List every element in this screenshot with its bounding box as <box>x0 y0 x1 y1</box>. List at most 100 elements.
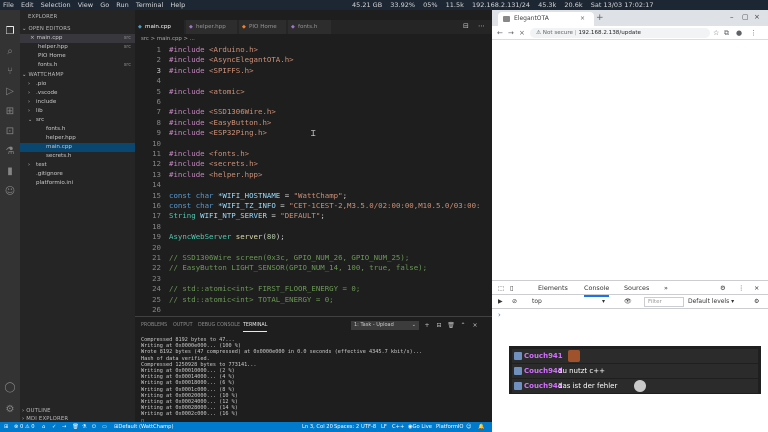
menu-selection[interactable]: Selection <box>41 1 71 9</box>
menu-view[interactable]: View <box>78 1 93 9</box>
terminal-task-select[interactable]: 1: Task - Upload ⌄ <box>351 321 419 330</box>
open-editor-item[interactable]: PIO Home <box>20 52 135 61</box>
files-icon[interactable]: ❐ <box>4 26 16 38</box>
home-icon[interactable]: ⌂ <box>42 422 45 432</box>
code-line[interactable]: #include <Arduino.h> <box>169 45 258 55</box>
build-icon[interactable]: ✓ <box>52 422 56 432</box>
kill-terminal-icon[interactable]: 🗑 <box>447 321 455 330</box>
stop-loading-icon[interactable]: × <box>519 27 525 39</box>
menu-help[interactable]: Help <box>170 1 185 9</box>
code-line[interactable]: #include <AsyncElegantOTA.h> <box>169 55 294 65</box>
context-select[interactable]: top ▾ <box>532 295 612 309</box>
console-settings-icon[interactable]: ⚙ <box>754 295 759 309</box>
bookmark-star-icon[interactable]: ☆ <box>713 27 719 39</box>
encoding[interactable]: UTF-8 <box>361 422 376 432</box>
devtools-menu-icon[interactable]: ⋮ <box>738 281 744 295</box>
search-icon[interactable]: ⌕ <box>4 46 16 58</box>
open-editor-item[interactable]: × main.cpp src <box>20 34 135 43</box>
devtools-settings-icon[interactable]: ⚙ <box>720 281 726 295</box>
menu-file[interactable]: File <box>3 1 14 9</box>
remote-indicator-icon[interactable]: ⊞ <box>4 422 8 432</box>
upload-icon[interactable]: → <box>62 422 66 432</box>
close-window-icon[interactable]: × <box>754 13 760 22</box>
close-devtools-icon[interactable]: × <box>754 281 759 295</box>
tree-file[interactable]: fonts.h <box>20 125 135 134</box>
new-tab-icon[interactable]: + <box>596 12 604 24</box>
clear-console-icon[interactable]: ⊘ <box>512 295 517 309</box>
extensions-icon[interactable]: ⊞ <box>4 106 16 118</box>
platformio-icon[interactable]: ☺ <box>4 186 16 198</box>
more-actions-icon[interactable]: ⋯ <box>478 22 485 30</box>
tree-folder-open[interactable]: ⌄ src <box>20 116 135 125</box>
breadcrumb[interactable]: src > main.cpp > ... <box>135 34 492 44</box>
minimize-icon[interactable]: – <box>730 13 734 22</box>
code-line[interactable]: const char *WIFI_TZ_INFO = "CET-1CEST-2,… <box>169 201 481 211</box>
forward-icon[interactable]: → <box>508 27 514 39</box>
menu-edit[interactable]: Edit <box>21 1 34 9</box>
tree-folder[interactable]: › lib <box>20 107 135 116</box>
tree-file[interactable]: helper.hpp <box>20 134 135 143</box>
tree-folder[interactable]: › include <box>20 98 135 107</box>
tab-problems[interactable]: PROBLEMS <box>141 321 167 331</box>
split-editor-icon[interactable]: ⊟ <box>463 22 469 30</box>
code-line[interactable]: #include <SSD1306Wire.h> <box>169 107 276 117</box>
browser-menu-icon[interactable]: ⋮ <box>750 27 757 39</box>
account-icon[interactable]: ◯ <box>4 382 16 394</box>
tab-fonts-h[interactable]: ◆ fonts.h <box>288 20 332 34</box>
profile-avatar-icon[interactable]: ● <box>736 27 742 39</box>
code-line[interactable]: #include <atomic> <box>169 87 245 97</box>
live-expression-icon[interactable]: 👁 <box>624 295 632 309</box>
remote-icon[interactable]: ⊡ <box>4 126 16 138</box>
menu-run[interactable]: Run <box>116 1 128 9</box>
tab-debug-console[interactable]: DEBUG CONSOLE <box>198 321 240 331</box>
source-control-icon[interactable]: ⑂ <box>4 66 16 78</box>
log-levels-select[interactable]: Default levels ▾ <box>688 295 734 309</box>
code-line[interactable]: #include <secrets.h> <box>169 159 258 169</box>
code-line[interactable]: #include <SPIFFS.h> <box>169 66 254 76</box>
tab-helper-hpp[interactable]: ◆ helper.hpp <box>186 20 238 34</box>
code-line[interactable]: // std::atomic<int> TOTAL_ENERGY = 0; <box>169 295 334 305</box>
code-line[interactable]: // std::atomic<int> FIRST_FLOOR_ENERGY =… <box>169 284 360 294</box>
run-debug-icon[interactable]: ▷ <box>4 86 16 98</box>
open-editor-item[interactable]: fonts.h src <box>20 61 135 70</box>
feedback-icon[interactable]: ☺ <box>466 422 471 432</box>
maximize-panel-icon[interactable]: ⌃ <box>459 321 467 330</box>
eol[interactable]: LF <box>381 422 387 432</box>
split-terminal-icon[interactable]: ⊟ <box>435 321 443 330</box>
open-editor-item[interactable]: helper.hpp src <box>20 43 135 52</box>
tab-sources[interactable]: Sources <box>624 281 649 295</box>
tab-elements[interactable]: Elements <box>538 281 568 295</box>
tree-file[interactable]: .gitignore <box>20 170 135 179</box>
back-icon[interactable]: ← <box>497 27 503 39</box>
bookmarks-icon[interactable]: ▮ <box>4 166 16 178</box>
project-header[interactable]: ⌄ WATTCHAMP <box>22 72 64 78</box>
browser-tab[interactable]: ElegantOTA × <box>498 12 594 26</box>
clean-icon[interactable]: 🗑 <box>72 422 79 432</box>
tree-folder[interactable]: › test <box>20 161 135 170</box>
device-toolbar-icon[interactable]: ▯ <box>510 281 514 295</box>
settings-gear-icon[interactable]: ⚙ <box>4 404 16 416</box>
test-icon[interactable]: ⚗ <box>82 422 87 432</box>
menu-terminal[interactable]: Terminal <box>136 1 163 9</box>
menu-go[interactable]: Go <box>100 1 109 9</box>
code-line[interactable]: #include <ESP32Ping.h> <box>169 128 267 138</box>
platformio-status[interactable]: PlatformIO <box>436 422 464 432</box>
tree-folder[interactable]: › .pio <box>20 80 135 89</box>
testing-icon[interactable]: ⚗ <box>4 146 16 158</box>
outline-header[interactable]: › OUTLINE <box>22 408 51 414</box>
inspect-element-icon[interactable]: ⬚ <box>498 281 504 295</box>
tab-terminal[interactable]: TERMINAL <box>243 321 268 332</box>
language-mode[interactable]: C++ <box>392 422 404 432</box>
terminal-icon[interactable]: ▭ <box>102 422 107 432</box>
notifications-icon[interactable]: 🔔 <box>478 422 484 432</box>
close-panel-icon[interactable]: × <box>471 321 479 330</box>
tree-file-selected[interactable]: main.cpp <box>20 143 135 152</box>
go-live-button[interactable]: ◉ Go Live <box>408 422 432 432</box>
tab-pio-home[interactable]: ◆ PIO Home <box>239 20 287 34</box>
code-line[interactable]: #include <fonts.h> <box>169 149 249 159</box>
serial-monitor-icon[interactable]: ⏻ <box>92 422 96 432</box>
sidebar-toggle-icon[interactable]: ▶ <box>498 295 503 309</box>
code-line[interactable]: const char *WIFI_HOSTNAME = "WattChamp"; <box>169 191 347 201</box>
open-editors-header[interactable]: ⌄ OPEN EDITORS <box>22 26 71 32</box>
code-line[interactable]: // SSD1306Wire screen(0x3c, GPIO_NUM_26,… <box>169 253 409 263</box>
